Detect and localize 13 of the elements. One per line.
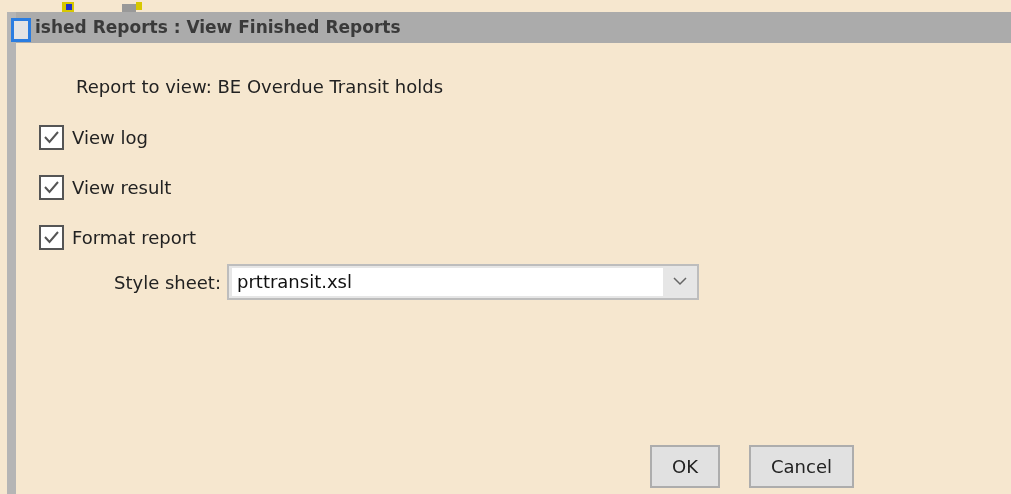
cancel-button[interactable]: Cancel — [749, 445, 854, 488]
style-sheet-label: Style sheet: — [114, 270, 221, 295]
window-icon — [11, 18, 31, 42]
checkbox-label: Format report — [72, 225, 197, 250]
report-label: Report to view: BE Overdue Transit holds — [76, 75, 445, 99]
window-title: ished Reports : View Finished Reports — [35, 15, 401, 39]
checkbox-label: View result — [72, 175, 172, 200]
checkbox[interactable] — [39, 124, 64, 150]
style-sheet-dropdown[interactable]: prttransit.xsl — [227, 264, 699, 300]
checkbox-label: View log — [72, 125, 148, 150]
checkbox[interactable] — [39, 224, 64, 250]
checkbox[interactable] — [39, 174, 64, 200]
ok-button[interactable]: OK — [650, 445, 720, 488]
